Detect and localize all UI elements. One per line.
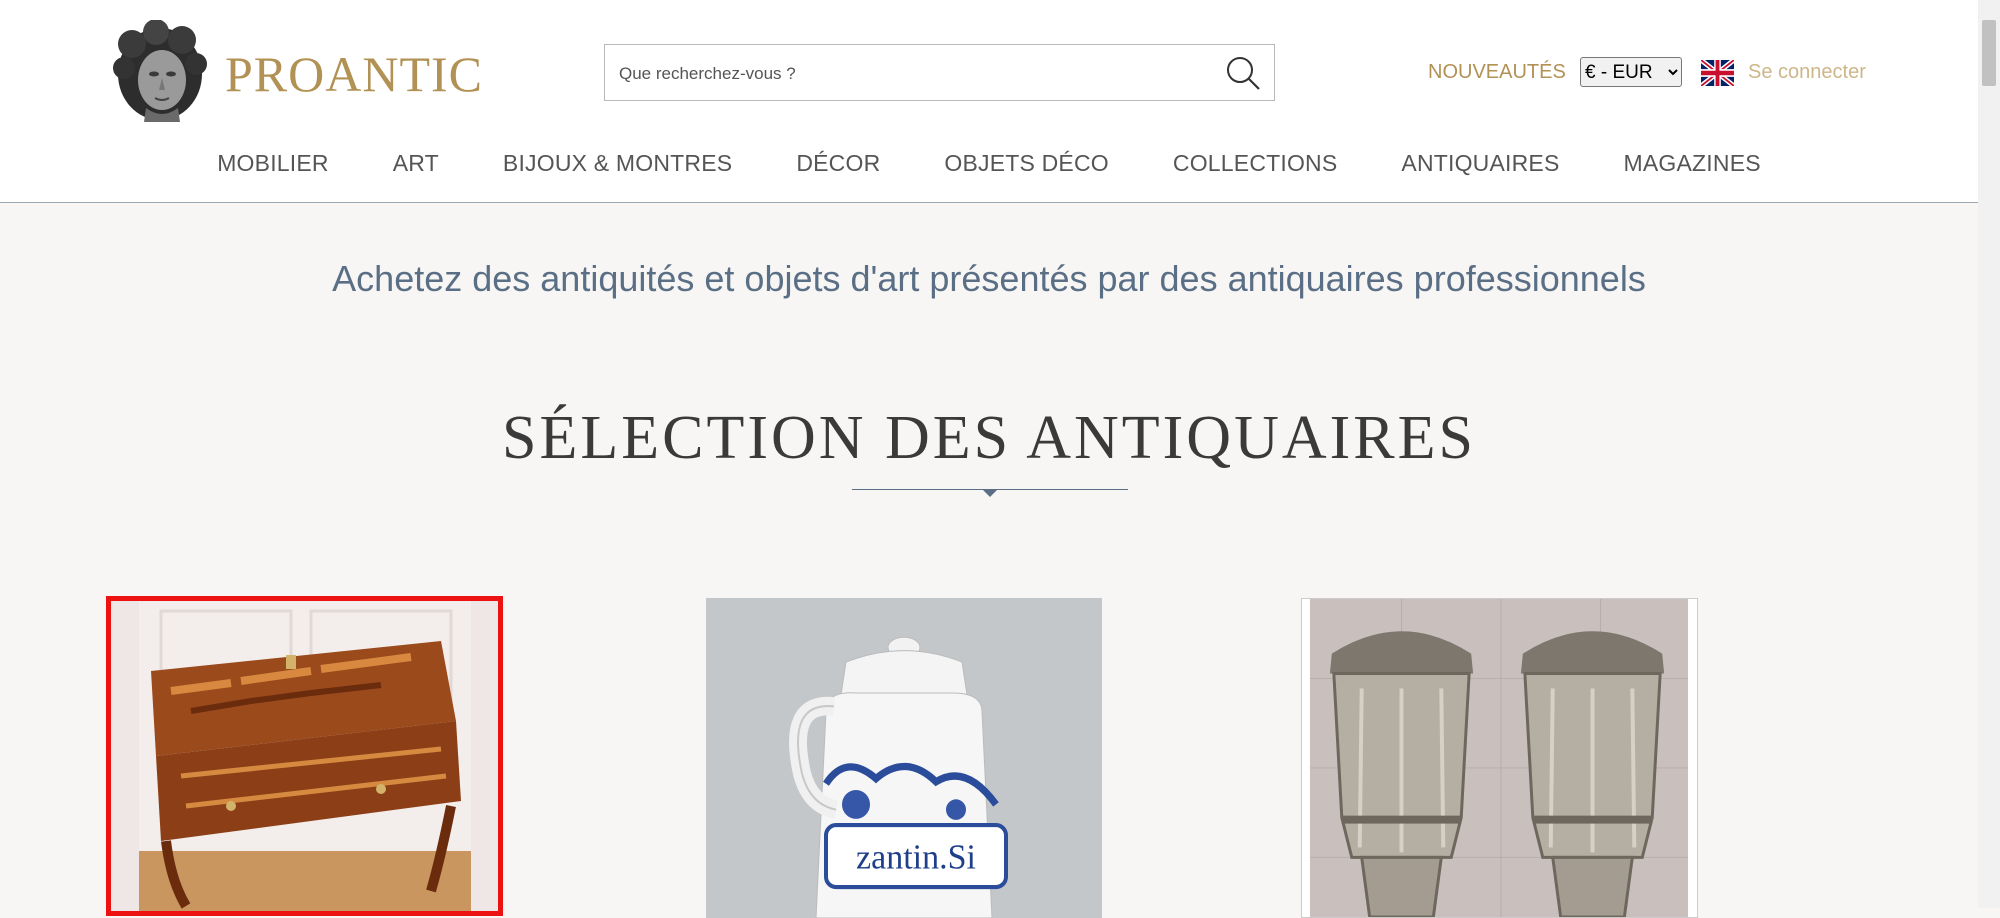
nav-item-magazines[interactable]: MAGAZINES: [1624, 145, 1761, 181]
product-card-wall-sconces[interactable]: [1301, 598, 1698, 918]
search-box: [604, 44, 1275, 101]
login-link[interactable]: Se connecter: [1748, 58, 1866, 86]
uk-flag-icon[interactable]: [1699, 57, 1736, 89]
wall-sconces-image: [1302, 599, 1697, 917]
main-nav: MOBILIER ART BIJOUX & MONTRES DÉCOR OBJE…: [0, 145, 1978, 181]
product-card-secretary-desk[interactable]: [106, 596, 503, 916]
logo-head-icon[interactable]: [110, 19, 208, 122]
nav-item-collections[interactable]: COLLECTIONS: [1173, 145, 1338, 181]
site-header: PROANTIC NOUVEAUTÉS € - EUR Se connecter…: [0, 0, 1978, 203]
secretary-desk-image: [111, 601, 498, 911]
jug-label-text: zantin.Si: [856, 838, 976, 877]
nav-item-art[interactable]: ART: [393, 145, 439, 181]
new-arrivals-link[interactable]: NOUVEAUTÉS: [1428, 58, 1566, 86]
nav-item-mobilier[interactable]: MOBILIER: [217, 145, 329, 181]
search-input[interactable]: [617, 55, 1201, 93]
product-card-apothecary-jug[interactable]: zantin.Si: [706, 598, 1102, 918]
apothecary-jug-image: zantin.Si: [706, 598, 1102, 918]
logo-text[interactable]: PROANTIC: [225, 44, 483, 104]
search-icon[interactable]: [1224, 54, 1262, 92]
section-title: SÉLECTION DES ANTIQUAIRES: [502, 404, 1476, 472]
nav-item-decor[interactable]: DÉCOR: [796, 145, 880, 181]
nav-item-objets-deco[interactable]: OBJETS DÉCO: [944, 145, 1109, 181]
nav-item-bijoux-montres[interactable]: BIJOUX & MONTRES: [503, 145, 732, 181]
page-scrollbar[interactable]: [1978, 0, 2000, 908]
tagline: Achetez des antiquités et objets d'art p…: [332, 258, 1646, 299]
nav-item-antiquaires[interactable]: ANTIQUAIRES: [1401, 145, 1559, 181]
scrollbar-thumb[interactable]: [1982, 20, 1996, 86]
divider-chevron-icon: [982, 489, 998, 497]
currency-select[interactable]: € - EUR: [1580, 57, 1682, 87]
